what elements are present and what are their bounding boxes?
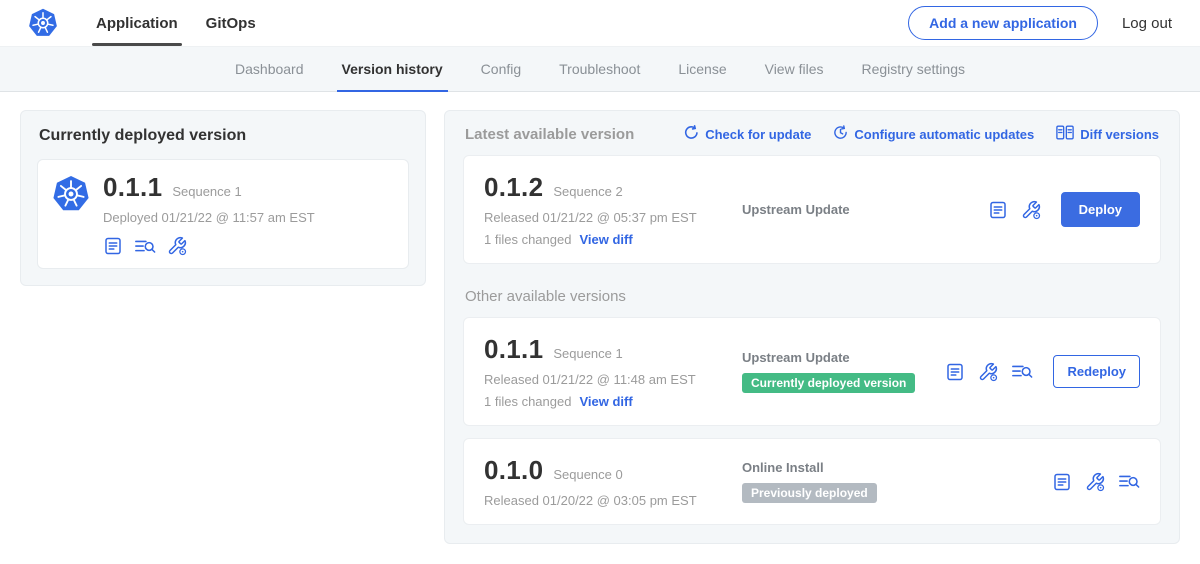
files-changed-label: 1 files changed: [484, 394, 571, 409]
diff-icon[interactable]: [1011, 362, 1033, 381]
version-card-latest: 0.1.2 Sequence 2 Released 01/21/22 @ 05:…: [463, 155, 1161, 264]
version-sequence: Sequence 0: [553, 467, 622, 482]
refresh-icon: [684, 125, 699, 143]
tab-gitops[interactable]: GitOps: [192, 0, 270, 46]
other-versions-title: Other available versions: [463, 288, 1161, 305]
subnav-tab-dashboard[interactable]: Dashboard: [216, 47, 323, 91]
subnav-tab-label: Dashboard: [235, 61, 304, 77]
version-source: Upstream Update: [742, 202, 978, 217]
tab-application-label: Application: [96, 15, 178, 32]
subnav-tab-label: Troubleshoot: [559, 61, 640, 77]
tab-gitops-label: GitOps: [206, 15, 256, 32]
version-number: 0.1.1: [484, 334, 543, 365]
check-for-update-button[interactable]: Check for update: [684, 125, 811, 143]
deployed-timestamp: Deployed 01/21/22 @ 11:57 am EST: [103, 210, 315, 225]
top-navbar: Application GitOps Add a new application…: [0, 0, 1200, 46]
diff-icon[interactable]: [1118, 472, 1140, 491]
subnav-tab-version-history[interactable]: Version history: [323, 47, 462, 91]
release-notes-icon[interactable]: [988, 200, 1008, 220]
deployed-version-details: 0.1.1 Sequence 1 Deployed 01/21/22 @ 11:…: [103, 172, 315, 256]
subnav-tab-label: View files: [765, 61, 824, 77]
edit-config-icon[interactable]: [1085, 472, 1105, 492]
version-card-0-1-1: 0.1.1 Sequence 1 Released 01/21/22 @ 11:…: [463, 317, 1161, 426]
diff-versions-icon: [1056, 125, 1074, 143]
redeploy-button[interactable]: Redeploy: [1053, 355, 1140, 388]
kubernetes-logo-icon[interactable]: [28, 0, 58, 46]
version-sequence: Sequence 2: [553, 184, 622, 199]
version-history-panel: Latest available version Check for updat…: [444, 110, 1180, 544]
version-number: 0.1.0: [484, 455, 543, 486]
subnav-tab-license[interactable]: License: [659, 47, 745, 91]
main-content: Currently deployed version: [0, 92, 1200, 562]
diff-versions-button[interactable]: Diff versions: [1056, 125, 1159, 143]
main-nav-tabs: Application GitOps: [82, 0, 270, 46]
deployed-version-number: 0.1.1: [103, 172, 162, 203]
view-diff-link[interactable]: View diff: [579, 394, 632, 409]
clock-refresh-icon: [833, 125, 848, 143]
deployed-panel-title: Currently deployed version: [39, 127, 409, 145]
release-notes-icon[interactable]: [945, 362, 965, 382]
app-subnav: Dashboard Version history Config Trouble…: [0, 46, 1200, 92]
released-timestamp: Released 01/21/22 @ 11:48 am EST: [484, 372, 742, 387]
subnav-tab-label: License: [678, 61, 726, 77]
subnav-tab-troubleshoot[interactable]: Troubleshoot: [540, 47, 659, 91]
edit-config-icon[interactable]: [167, 236, 187, 256]
subnav-tab-view-files[interactable]: View files: [746, 47, 843, 91]
edit-config-icon[interactable]: [978, 362, 998, 382]
previously-deployed-badge: Previously deployed: [742, 483, 877, 503]
deploy-button[interactable]: Deploy: [1061, 192, 1140, 227]
deployed-sequence: Sequence 1: [172, 184, 241, 199]
edit-config-icon[interactable]: [1021, 200, 1041, 220]
subnav-tab-label: Registry settings: [862, 61, 965, 77]
diff-versions-label: Diff versions: [1080, 127, 1159, 142]
release-notes-icon[interactable]: [103, 236, 123, 256]
files-changed-label: 1 files changed: [484, 232, 571, 247]
released-timestamp: Released 01/21/22 @ 05:37 pm EST: [484, 210, 742, 225]
diff-icon[interactable]: [134, 237, 156, 256]
version-number: 0.1.2: [484, 172, 543, 203]
view-diff-link[interactable]: View diff: [579, 232, 632, 247]
subnav-tab-registry-settings[interactable]: Registry settings: [843, 47, 984, 91]
version-card-0-1-0: 0.1.0 Sequence 0 Released 01/20/22 @ 03:…: [463, 438, 1161, 525]
configure-automatic-updates-label: Configure automatic updates: [854, 127, 1034, 142]
subnav-tab-config[interactable]: Config: [462, 47, 540, 91]
subnav-tab-label: Config: [481, 61, 521, 77]
latest-version-title: Latest available version: [465, 126, 634, 143]
logout-link[interactable]: Log out: [1122, 15, 1172, 32]
version-sequence: Sequence 1: [553, 346, 622, 361]
version-source: Online Install: [742, 460, 1042, 475]
release-notes-icon[interactable]: [1052, 472, 1072, 492]
currently-deployed-panel: Currently deployed version: [20, 110, 426, 286]
version-source: Upstream Update: [742, 350, 935, 365]
deployed-version-card: 0.1.1 Sequence 1 Deployed 01/21/22 @ 11:…: [37, 159, 409, 269]
configure-automatic-updates-button[interactable]: Configure automatic updates: [833, 125, 1034, 143]
tab-application[interactable]: Application: [82, 0, 192, 46]
subnav-tab-label: Version history: [342, 61, 443, 77]
released-timestamp: Released 01/20/22 @ 03:05 pm EST: [484, 493, 742, 508]
currently-deployed-badge: Currently deployed version: [742, 373, 915, 393]
app-kubernetes-icon: [52, 175, 90, 256]
check-for-update-label: Check for update: [705, 127, 811, 142]
add-application-button[interactable]: Add a new application: [908, 6, 1098, 40]
